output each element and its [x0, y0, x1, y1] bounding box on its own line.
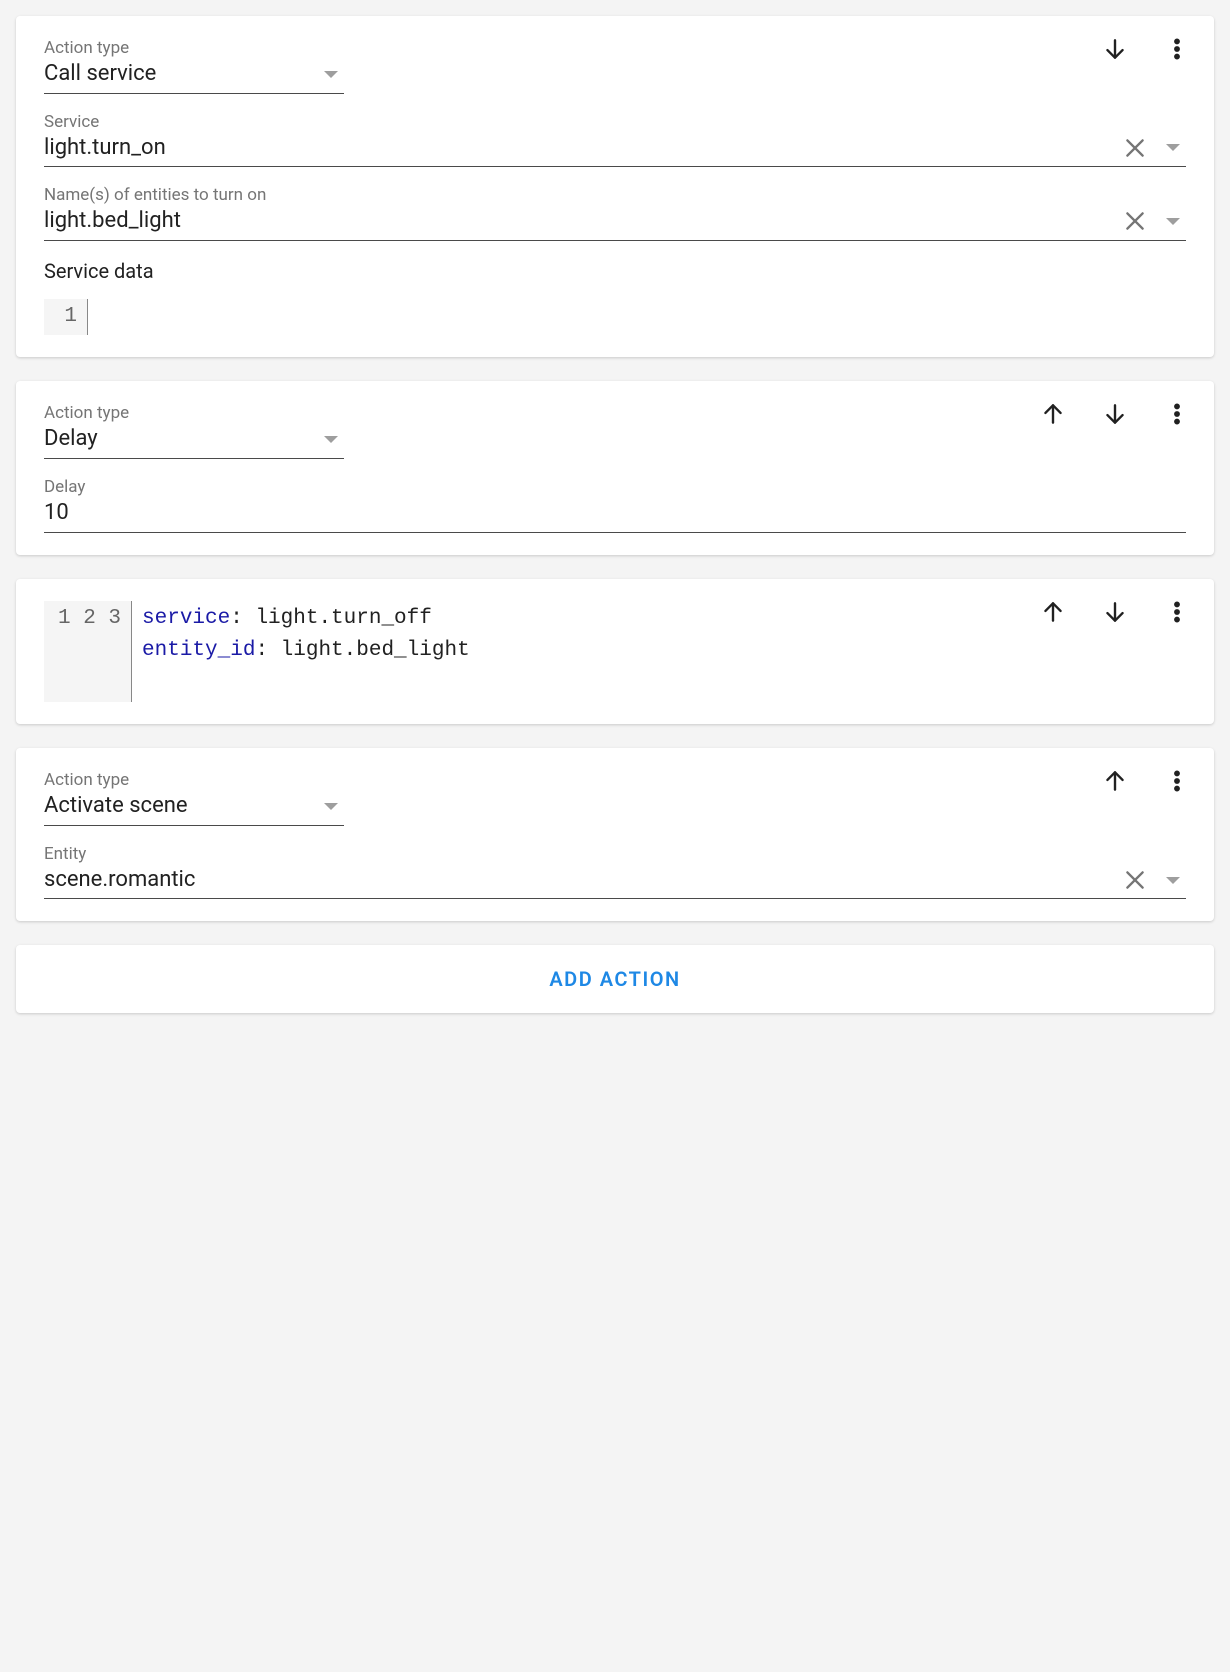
code-gutter: 1 2 3: [44, 601, 132, 703]
code-gutter: 1: [44, 299, 88, 336]
arrow-down-icon: [1102, 36, 1128, 62]
arrow-up-icon: [1102, 768, 1128, 794]
dots-vertical-icon: [1164, 401, 1190, 427]
clear-button[interactable]: [1122, 208, 1148, 234]
move-down-button[interactable]: [1100, 34, 1130, 64]
entity-input[interactable]: scene.romantic: [44, 866, 1186, 900]
chevron-down-icon: [318, 793, 344, 819]
action-type-select[interactable]: Call service: [44, 60, 344, 94]
entities-label: Name(s) of entities to turn on: [44, 185, 1186, 205]
action-card-activate-scene: Action type Activate scene Entity scene.…: [16, 748, 1214, 921]
dots-vertical-icon: [1164, 36, 1190, 62]
action-type-label: Action type: [44, 770, 1186, 790]
move-up-button[interactable]: [1038, 597, 1068, 627]
action-type-select[interactable]: Activate scene: [44, 792, 344, 826]
entity-field: Entity scene.romantic: [44, 844, 1186, 900]
add-action-button[interactable]: ADD ACTION: [16, 945, 1214, 1013]
move-up-button[interactable]: [1038, 399, 1068, 429]
entities-field: Name(s) of entities to turn on light.bed…: [44, 185, 1186, 241]
arrow-down-icon: [1102, 599, 1128, 625]
delay-value: 10: [44, 499, 1186, 528]
move-down-button[interactable]: [1100, 399, 1130, 429]
entities-value: light.bed_light: [44, 207, 1122, 236]
chevron-down-icon: [318, 61, 344, 87]
action-type-field: Action type Activate scene: [44, 770, 1186, 826]
move-up-button[interactable]: [1100, 766, 1130, 796]
action-type-value: Activate scene: [44, 792, 306, 821]
arrow-up-icon: [1040, 401, 1066, 427]
entity-value: scene.romantic: [44, 866, 1122, 895]
more-options-button[interactable]: [1162, 766, 1192, 796]
close-icon: [1122, 135, 1148, 161]
chevron-down-icon: [1160, 867, 1186, 893]
action-type-field: Action type Call service: [44, 38, 1186, 94]
more-options-button[interactable]: [1162, 399, 1192, 429]
service-data-label: Service data: [44, 259, 1186, 283]
action-type-value: Call service: [44, 60, 306, 89]
service-label: Service: [44, 112, 1186, 132]
action-type-label: Action type: [44, 38, 1186, 58]
action-type-field: Action type Delay: [44, 403, 1186, 459]
delay-input[interactable]: 10: [44, 499, 1186, 533]
close-icon: [1122, 867, 1148, 893]
delay-field: Delay 10: [44, 477, 1186, 533]
entities-input[interactable]: light.bed_light: [44, 207, 1186, 241]
chevron-down-icon: [1160, 135, 1186, 161]
move-down-button[interactable]: [1100, 597, 1130, 627]
service-data-editor[interactable]: 1: [44, 299, 1186, 336]
action-card-call-service: Action type Call service Service light.t…: [16, 16, 1214, 357]
dots-vertical-icon: [1164, 599, 1190, 625]
chevron-down-icon: [318, 427, 344, 453]
action-card-delay: Action type Delay Delay 10: [16, 381, 1214, 554]
service-field: Service light.turn_on: [44, 112, 1186, 168]
clear-button[interactable]: [1122, 867, 1148, 893]
action-type-select[interactable]: Delay: [44, 425, 344, 459]
clear-button[interactable]: [1122, 135, 1148, 161]
action-type-value: Delay: [44, 425, 306, 454]
chevron-down-icon: [1160, 208, 1186, 234]
more-options-button[interactable]: [1162, 34, 1192, 64]
arrow-up-icon: [1040, 599, 1066, 625]
delay-label: Delay: [44, 477, 1186, 497]
arrow-down-icon: [1102, 401, 1128, 427]
code-body: [88, 299, 108, 336]
action-type-label: Action type: [44, 403, 1186, 423]
yaml-editor[interactable]: 1 2 3 service: light.turn_off entity_id:…: [44, 601, 604, 703]
entity-label: Entity: [44, 844, 1186, 864]
code-body: service: light.turn_off entity_id: light…: [132, 601, 480, 703]
more-options-button[interactable]: [1162, 597, 1192, 627]
service-value: light.turn_on: [44, 134, 1122, 163]
dots-vertical-icon: [1164, 768, 1190, 794]
close-icon: [1122, 208, 1148, 234]
action-card-yaml: 1 2 3 service: light.turn_off entity_id:…: [16, 579, 1214, 725]
service-input[interactable]: light.turn_on: [44, 134, 1186, 168]
